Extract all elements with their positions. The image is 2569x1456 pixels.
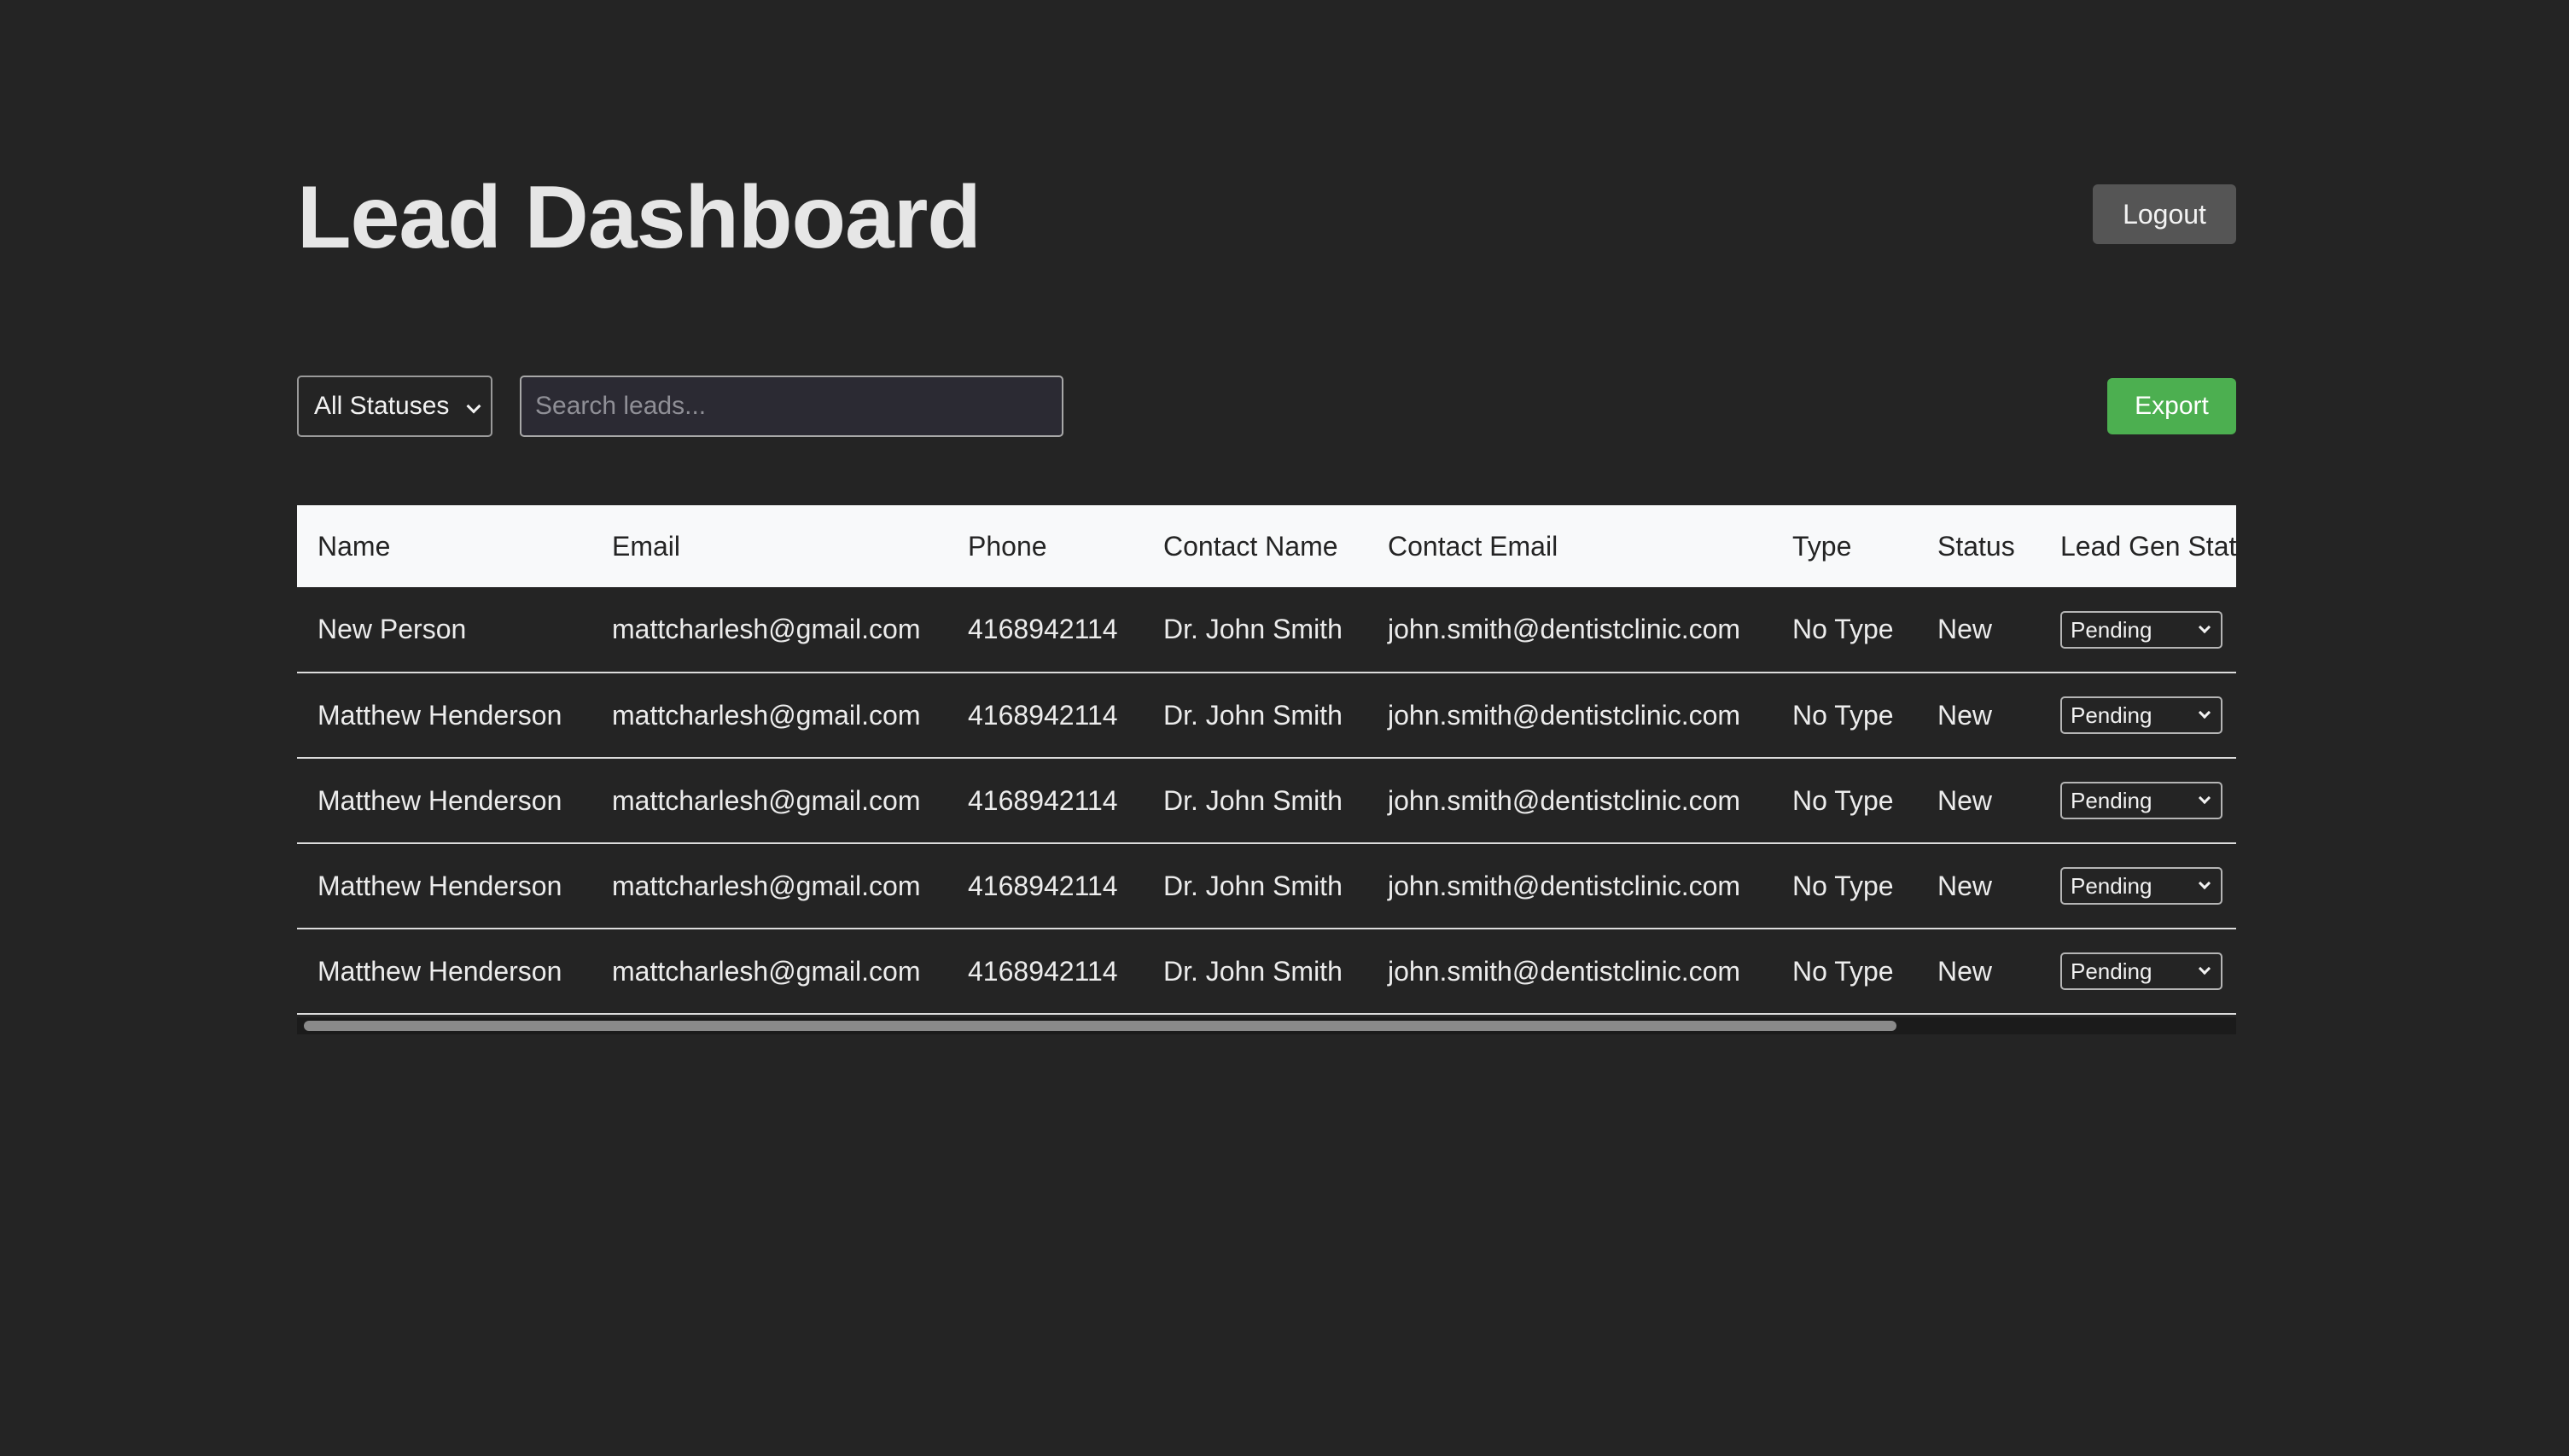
leads-table-container: Name Email Phone Contact Name Contact Em… <box>297 505 2236 1034</box>
chevron-down-icon <box>2198 877 2211 890</box>
lead-gen-status-value: Pending <box>2071 702 2152 728</box>
column-header-name[interactable]: Name <box>297 505 591 587</box>
cell-email: mattcharlesh@gmail.com <box>591 843 947 929</box>
cell-phone: 4168942114 <box>947 843 1143 929</box>
cell-type: No Type <box>1772 929 1917 1015</box>
lead-gen-status-value: Pending <box>2071 616 2152 643</box>
column-header-email[interactable]: Email <box>591 505 947 587</box>
cell-type: No Type <box>1772 758 1917 844</box>
table-row: New Person mattcharlesh@gmail.com 416894… <box>297 587 2236 673</box>
lead-gen-status-select[interactable]: Pending <box>2060 610 2222 649</box>
cell-contact-email: john.smith@dentistclinic.com <box>1367 587 1772 673</box>
table-horizontal-scrollbar[interactable] <box>297 1017 2236 1034</box>
cell-contact-email: john.smith@dentistclinic.com <box>1367 843 1772 929</box>
cell-email: mattcharlesh@gmail.com <box>591 673 947 759</box>
cell-lead-gen-status: Pending <box>2040 587 2236 673</box>
column-header-contact-name[interactable]: Contact Name <box>1143 505 1367 587</box>
cell-contact-name: Dr. John Smith <box>1143 929 1367 1015</box>
filter-toolbar: All Statuses Export <box>297 376 2236 437</box>
table-row: Matthew Henderson mattcharlesh@gmail.com… <box>297 929 2236 1015</box>
lead-gen-status-value: Pending <box>2071 873 2152 899</box>
page-title: Lead Dashboard <box>297 168 982 267</box>
column-header-phone[interactable]: Phone <box>947 505 1143 587</box>
cell-lead-gen-status: Pending <box>2040 673 2236 759</box>
column-header-lead-gen-status[interactable]: Lead Gen Status <box>2040 505 2236 587</box>
cell-status: New <box>1917 843 2040 929</box>
cell-name: Matthew Henderson <box>297 929 591 1015</box>
lead-gen-status-value: Pending <box>2071 958 2152 984</box>
lead-gen-status-value: Pending <box>2071 788 2152 813</box>
scrollbar-thumb[interactable] <box>304 1021 1896 1031</box>
cell-name: Matthew Henderson <box>297 758 591 844</box>
leads-table: Name Email Phone Contact Name Contact Em… <box>297 505 2236 1015</box>
lead-gen-status-select[interactable]: Pending <box>2060 696 2222 734</box>
cell-contact-email: john.smith@dentistclinic.com <box>1367 929 1772 1015</box>
table-row: Matthew Henderson mattcharlesh@gmail.com… <box>297 673 2236 759</box>
chevron-down-icon <box>2198 706 2211 719</box>
cell-phone: 4168942114 <box>947 587 1143 673</box>
cell-email: mattcharlesh@gmail.com <box>591 758 947 844</box>
export-button[interactable]: Export <box>2107 378 2236 434</box>
cell-lead-gen-status: Pending <box>2040 843 2236 929</box>
cell-status: New <box>1917 929 2040 1015</box>
lead-gen-status-select[interactable]: Pending <box>2060 952 2222 990</box>
page-header: Lead Dashboard Logout <box>297 162 2236 273</box>
cell-type: No Type <box>1772 673 1917 759</box>
column-header-contact-email[interactable]: Contact Email <box>1367 505 1772 587</box>
cell-email: mattcharlesh@gmail.com <box>591 929 947 1015</box>
table-row: Matthew Henderson mattcharlesh@gmail.com… <box>297 843 2236 929</box>
cell-type: No Type <box>1772 587 1917 673</box>
chevron-down-icon <box>466 399 481 414</box>
lead-gen-status-select[interactable]: Pending <box>2060 867 2222 905</box>
cell-contact-name: Dr. John Smith <box>1143 587 1367 673</box>
chevron-down-icon <box>2198 620 2211 633</box>
status-filter-value: All Statuses <box>314 392 450 420</box>
cell-name: New Person <box>297 587 591 673</box>
status-filter-select[interactable]: All Statuses <box>297 376 492 437</box>
cell-status: New <box>1917 587 2040 673</box>
cell-status: New <box>1917 673 2040 759</box>
cell-name: Matthew Henderson <box>297 843 591 929</box>
chevron-down-icon <box>2198 962 2211 976</box>
chevron-down-icon <box>2198 791 2211 805</box>
table-header-row: Name Email Phone Contact Name Contact Em… <box>297 505 2236 587</box>
cell-contact-email: john.smith@dentistclinic.com <box>1367 758 1772 844</box>
cell-lead-gen-status: Pending <box>2040 929 2236 1015</box>
cell-lead-gen-status: Pending <box>2040 758 2236 844</box>
cell-contact-name: Dr. John Smith <box>1143 673 1367 759</box>
cell-status: New <box>1917 758 2040 844</box>
cell-contact-name: Dr. John Smith <box>1143 843 1367 929</box>
logout-button[interactable]: Logout <box>2093 184 2236 244</box>
cell-phone: 4168942114 <box>947 673 1143 759</box>
cell-phone: 4168942114 <box>947 758 1143 844</box>
search-input[interactable] <box>520 376 1063 437</box>
cell-email: mattcharlesh@gmail.com <box>591 587 947 673</box>
cell-contact-name: Dr. John Smith <box>1143 758 1367 844</box>
lead-dashboard-page: Lead Dashboard Logout All Statuses Expor… <box>297 0 2236 1456</box>
cell-phone: 4168942114 <box>947 929 1143 1015</box>
table-row: Matthew Henderson mattcharlesh@gmail.com… <box>297 758 2236 844</box>
column-header-status[interactable]: Status <box>1917 505 2040 587</box>
column-header-type[interactable]: Type <box>1772 505 1917 587</box>
lead-gen-status-select[interactable]: Pending <box>2060 782 2222 819</box>
cell-contact-email: john.smith@dentistclinic.com <box>1367 673 1772 759</box>
cell-type: No Type <box>1772 843 1917 929</box>
cell-name: Matthew Henderson <box>297 673 591 759</box>
